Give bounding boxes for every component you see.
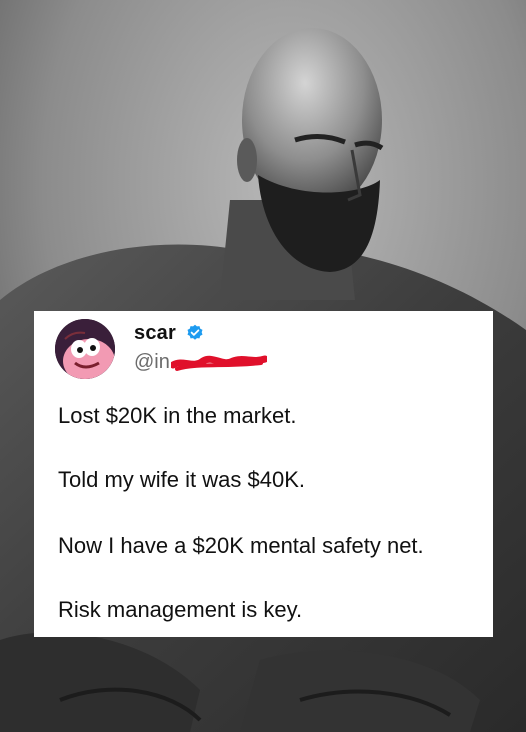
tweet-line: Lost $20K in the market. xyxy=(58,403,297,428)
tweet-line: Now I have a $20K mental safety net. xyxy=(58,533,424,558)
tweet-card: scar @in Lost $20K in the market. Told m… xyxy=(34,311,493,637)
tweet-line: Told my wife it was $40K. xyxy=(58,467,305,492)
avatar[interactable] xyxy=(55,319,115,379)
redaction-scribble xyxy=(171,355,267,371)
tweet-line: Risk management is key. xyxy=(58,597,303,622)
avatar-image xyxy=(55,319,115,379)
verified-badge-icon xyxy=(187,324,203,340)
user-handle[interactable]: @in xyxy=(134,351,170,374)
display-name[interactable]: scar xyxy=(134,322,176,345)
